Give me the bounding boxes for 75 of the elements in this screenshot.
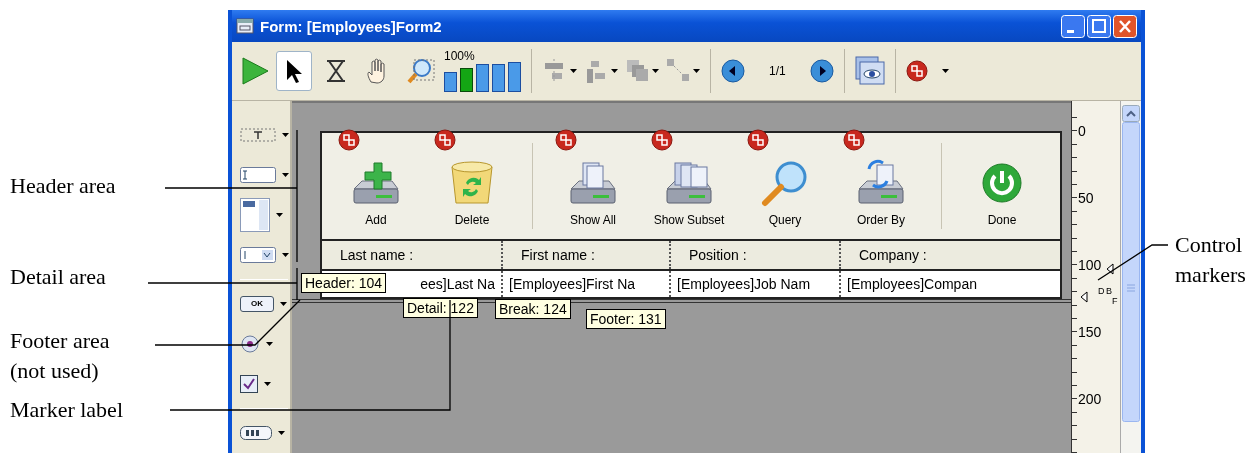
field-cell: [Employees]Job Nam [671, 271, 841, 297]
button-tool[interactable]: OK [240, 296, 274, 312]
zoom-level[interactable] [444, 72, 457, 92]
window-icon [236, 18, 254, 34]
marker-tooltip: Break: 124 [495, 299, 571, 319]
callout-label: Header area [10, 172, 117, 200]
callout-label: Detail area [10, 263, 107, 291]
toolbar-button[interactable]: Show All [545, 133, 641, 239]
checkbox-icon[interactable] [240, 375, 258, 393]
ruler-number: 50 [1078, 191, 1094, 205]
caret-icon[interactable] [282, 253, 289, 257]
callout-label: Marker label [10, 396, 124, 424]
control-marker-icon[interactable] [1106, 263, 1114, 275]
marker-tooltip: Detail: 122 [403, 298, 478, 318]
callout-label: Footer area (not used) [10, 327, 111, 385]
entry-field-icon[interactable] [240, 167, 276, 183]
ruler-number: 200 [1078, 392, 1102, 406]
toolbar-button[interactable]: Delete [424, 133, 520, 239]
previous-icon[interactable] [721, 59, 745, 83]
marker-tooltip: Header: 104 [301, 273, 387, 293]
combo-field-icon[interactable] [240, 247, 276, 263]
object-badge-icon[interactable] [905, 60, 928, 82]
run-icon[interactable] [240, 56, 270, 86]
column-header: Position : [671, 241, 841, 269]
caret-icon[interactable] [266, 342, 273, 346]
caret-icon[interactable] [276, 213, 283, 217]
caret-icon[interactable] [570, 69, 577, 73]
toolbar-button[interactable]: Done [954, 133, 1050, 239]
column-header: First name : [503, 241, 671, 269]
zoom-icon [405, 56, 435, 86]
toolbar-button[interactable]: Show Subset [641, 133, 737, 239]
callout-label: Control markers [1175, 231, 1247, 289]
preview-icon[interactable] [854, 56, 885, 86]
control-marker-icon[interactable] [1080, 291, 1088, 303]
caret-icon[interactable] [282, 173, 289, 177]
caret-icon[interactable] [264, 382, 271, 386]
caret-icon[interactable] [280, 302, 287, 306]
column-header: Company : [841, 241, 1060, 269]
caret-icon[interactable] [693, 69, 700, 73]
window-title: Form: [Employees]Form2 [260, 17, 443, 35]
field-cell-text: [Employees]Compan [846, 275, 978, 294]
caret-icon[interactable] [282, 133, 289, 137]
ruler-number: 150 [1078, 325, 1102, 339]
zoom-level[interactable] [508, 62, 521, 92]
close-icon[interactable] [1113, 14, 1137, 38]
scroll-thumb[interactable] [1122, 122, 1140, 422]
maximize-icon[interactable] [1087, 14, 1111, 38]
toolbar-button[interactable]: Order By [833, 133, 929, 239]
radio-button-icon[interactable] [240, 334, 260, 354]
tool-button[interactable] [276, 51, 312, 91]
caret-icon[interactable] [611, 69, 618, 73]
text-tool-icon[interactable] [240, 128, 276, 142]
next-icon[interactable] [809, 59, 834, 83]
marker-letter: D [1098, 287, 1105, 296]
caret-icon[interactable] [278, 431, 285, 435]
list-box-icon[interactable] [240, 198, 270, 232]
scroll-up-icon[interactable] [1122, 105, 1140, 122]
ruler-number: 100 [1078, 258, 1102, 272]
zoom-percent: 100% [444, 50, 475, 62]
zoom-level[interactable] [460, 68, 473, 92]
toolbar-button[interactable]: Query [737, 133, 833, 239]
marker-letter: F [1112, 297, 1118, 306]
zoom-level[interactable] [492, 64, 505, 92]
marker-letter: B [1106, 287, 1112, 296]
marker-tooltip: Footer: 131 [586, 309, 666, 329]
ruler-number: 0 [1078, 124, 1086, 138]
progress-bar-icon[interactable] [240, 426, 272, 440]
caret-icon[interactable] [652, 69, 659, 73]
zoom-level[interactable] [476, 64, 489, 92]
field-cell: [Employees]First Na [503, 271, 671, 297]
minimize-icon[interactable] [1061, 14, 1085, 38]
page-indicator: 1/1 [768, 64, 787, 78]
column-header: Last name : [322, 241, 503, 269]
toolbar-button[interactable]: Add [328, 133, 424, 239]
caret-icon[interactable] [941, 69, 949, 73]
